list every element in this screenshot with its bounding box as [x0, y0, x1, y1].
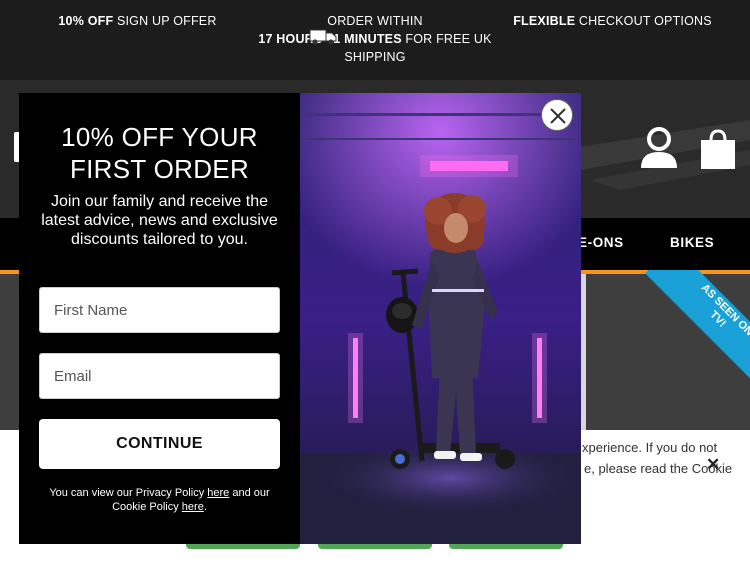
- modal-title: 10% OFF YOUR FIRST ORDER: [61, 122, 258, 184]
- promo-flexible-text: CHECKOUT OPTIONS: [575, 14, 712, 28]
- account-icon[interactable]: [638, 126, 680, 170]
- close-icon: [550, 108, 566, 124]
- signup-form-panel: 10% OFF YOUR FIRST ORDER Join our family…: [19, 93, 300, 544]
- nav-item-add-ons[interactable]: E-ONS: [578, 235, 624, 250]
- promo-bar: 10% OFF SIGN UP OFFER ORDER WITHIN 17 HO…: [0, 0, 750, 80]
- cookie-policy-link[interactable]: here: [182, 501, 204, 513]
- promo-delivery-countdown: ORDER WITHIN 17 HOURS 41 MINUTES FOR FRE…: [250, 12, 500, 66]
- continue-button[interactable]: CONTINUE: [39, 419, 280, 469]
- modal-close-button[interactable]: [541, 99, 573, 131]
- promo-flexible-checkout[interactable]: FLEXIBLE CHECKOUT OPTIONS: [505, 12, 720, 30]
- cookie-text-line1: xperience. If you do not: [582, 440, 718, 455]
- policy-suffix: .: [203, 501, 207, 513]
- privacy-policy-link[interactable]: here: [207, 487, 229, 499]
- shopping-bag-icon[interactable]: [698, 128, 738, 170]
- scooter-rider-photo: [300, 93, 581, 544]
- promo-signup-offer[interactable]: 10% OFF SIGN UP OFFER: [50, 12, 225, 30]
- promo-signup-text: SIGN UP OFFER: [113, 14, 217, 28]
- promo-flexible-bold: FLEXIBLE: [513, 14, 576, 28]
- modal-subtitle: Join our family and receive the latest a…: [41, 193, 278, 248]
- policy-text: You can view our Privacy Policy here and…: [37, 486, 282, 514]
- policy-prefix: You can view our Privacy Policy: [49, 487, 208, 499]
- modal-promo-image: [300, 93, 581, 544]
- email-input[interactable]: [39, 353, 280, 399]
- promo-signup-bold: 10% OFF: [58, 14, 114, 28]
- first-name-input[interactable]: [39, 287, 280, 333]
- signup-modal: 10% OFF YOUR FIRST ORDER Join our family…: [19, 93, 581, 544]
- promo-delivery-line1: ORDER WITHIN: [327, 14, 423, 28]
- cookie-close-icon[interactable]: ✕: [706, 456, 720, 473]
- nav-item-bikes[interactable]: BIKES: [670, 235, 714, 250]
- van-icon: [309, 29, 337, 45]
